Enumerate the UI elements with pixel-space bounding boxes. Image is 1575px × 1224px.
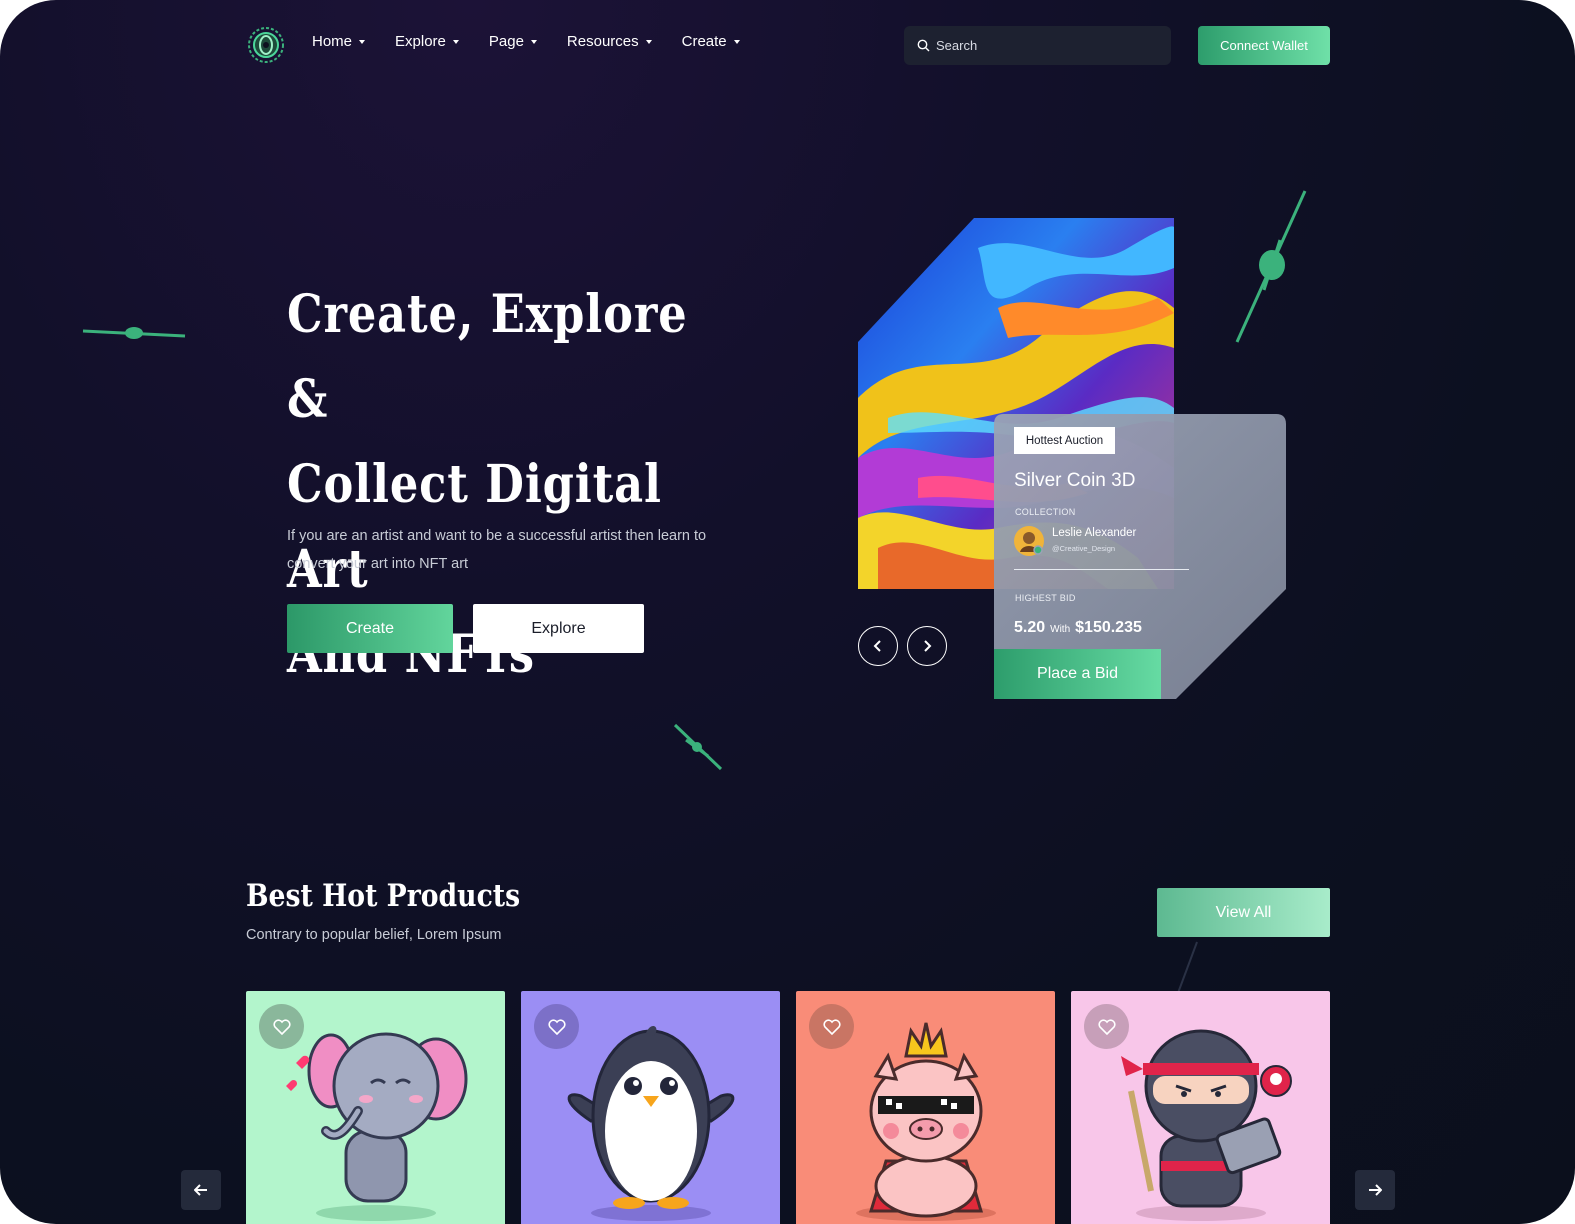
products-prev-button[interactable] (181, 1170, 221, 1210)
product-card[interactable] (521, 991, 780, 1224)
nav-item-page[interactable]: Page (489, 33, 537, 50)
create-button[interactable]: Create (287, 604, 453, 653)
product-card[interactable] (246, 991, 505, 1224)
nav-item-label: Resources (566, 33, 639, 50)
decorative-line-faint (1177, 941, 1198, 994)
nav-item-create[interactable]: Create (682, 33, 740, 50)
heart-icon (822, 1018, 841, 1035)
nav-item-label: Page (488, 33, 524, 50)
nav-item-label: Create (681, 33, 727, 50)
product-card[interactable] (1071, 991, 1330, 1224)
search-input[interactable] (936, 38, 1156, 53)
decorative-line-bottom (673, 723, 723, 771)
owner-name[interactable]: Leslie Alexander (1052, 527, 1136, 539)
caret-down-icon (530, 39, 537, 44)
heart-icon (272, 1018, 291, 1035)
product-card[interactable] (796, 991, 1055, 1224)
bid-usd: $150.235 (1075, 619, 1142, 636)
bid-with-text: With (1050, 624, 1071, 635)
caret-down-icon (645, 39, 652, 44)
section-subtitle: Contrary to popular belief, Lorem Ipsum (246, 927, 502, 943)
search-icon (917, 39, 930, 52)
favorite-button[interactable] (259, 1004, 304, 1049)
hero-title-line: Create, Explore & (287, 284, 688, 430)
products-next-button[interactable] (1355, 1170, 1395, 1210)
arrow-right-icon (1369, 1184, 1382, 1196)
decorative-line-right (1235, 190, 1307, 343)
collection-label: COLLECTION (1015, 507, 1076, 517)
favorite-button[interactable] (809, 1004, 854, 1049)
caret-down-icon (733, 39, 740, 44)
bid-amount: 5.20 (1014, 619, 1046, 636)
search-box (904, 26, 1171, 65)
bid-value: 5.20 With $150.235 (1014, 619, 1142, 637)
section-title: Best Hot Products (246, 878, 521, 914)
view-all-button[interactable]: View All (1157, 888, 1330, 937)
caret-down-icon (359, 39, 366, 44)
carousel-next-button[interactable] (907, 626, 947, 666)
divider (1014, 569, 1189, 570)
chevron-left-icon (873, 640, 881, 652)
avatar[interactable] (1014, 526, 1044, 556)
nav-item-resources[interactable]: Resources (567, 33, 652, 50)
highest-bid-label: HIGHEST BID (1015, 593, 1076, 603)
app-frame: Home Explore Page Resources Create Conne… (0, 0, 1575, 1224)
heart-icon (1097, 1018, 1116, 1035)
explore-button[interactable]: Explore (473, 604, 644, 653)
nav-item-explore[interactable]: Explore (395, 33, 459, 50)
nav-item-label: Explore (395, 33, 446, 50)
caret-down-icon (452, 39, 459, 44)
nav-item-label: Home (312, 33, 353, 50)
chevron-right-icon (924, 640, 932, 652)
main-nav: Home Explore Page Resources Create (312, 33, 770, 50)
connect-wallet-button[interactable]: Connect Wallet (1198, 26, 1330, 65)
hottest-auction-badge: Hottest Auction (1014, 427, 1115, 454)
heart-icon (547, 1018, 566, 1035)
carousel-prev-button[interactable] (858, 626, 898, 666)
eye-logo-icon[interactable] (246, 25, 286, 65)
nft-title: Silver Coin 3D (1014, 470, 1136, 491)
place-bid-button[interactable]: Place a Bid (994, 649, 1161, 699)
owner-handle: @Creative_Design (1052, 544, 1116, 553)
decorative-line-left (82, 327, 186, 339)
arrow-left-icon (194, 1184, 207, 1196)
nav-item-home[interactable]: Home (312, 33, 366, 50)
favorite-button[interactable] (534, 1004, 579, 1049)
hero-subtitle: If you are an artist and want to be a su… (287, 528, 707, 572)
favorite-button[interactable] (1084, 1004, 1129, 1049)
